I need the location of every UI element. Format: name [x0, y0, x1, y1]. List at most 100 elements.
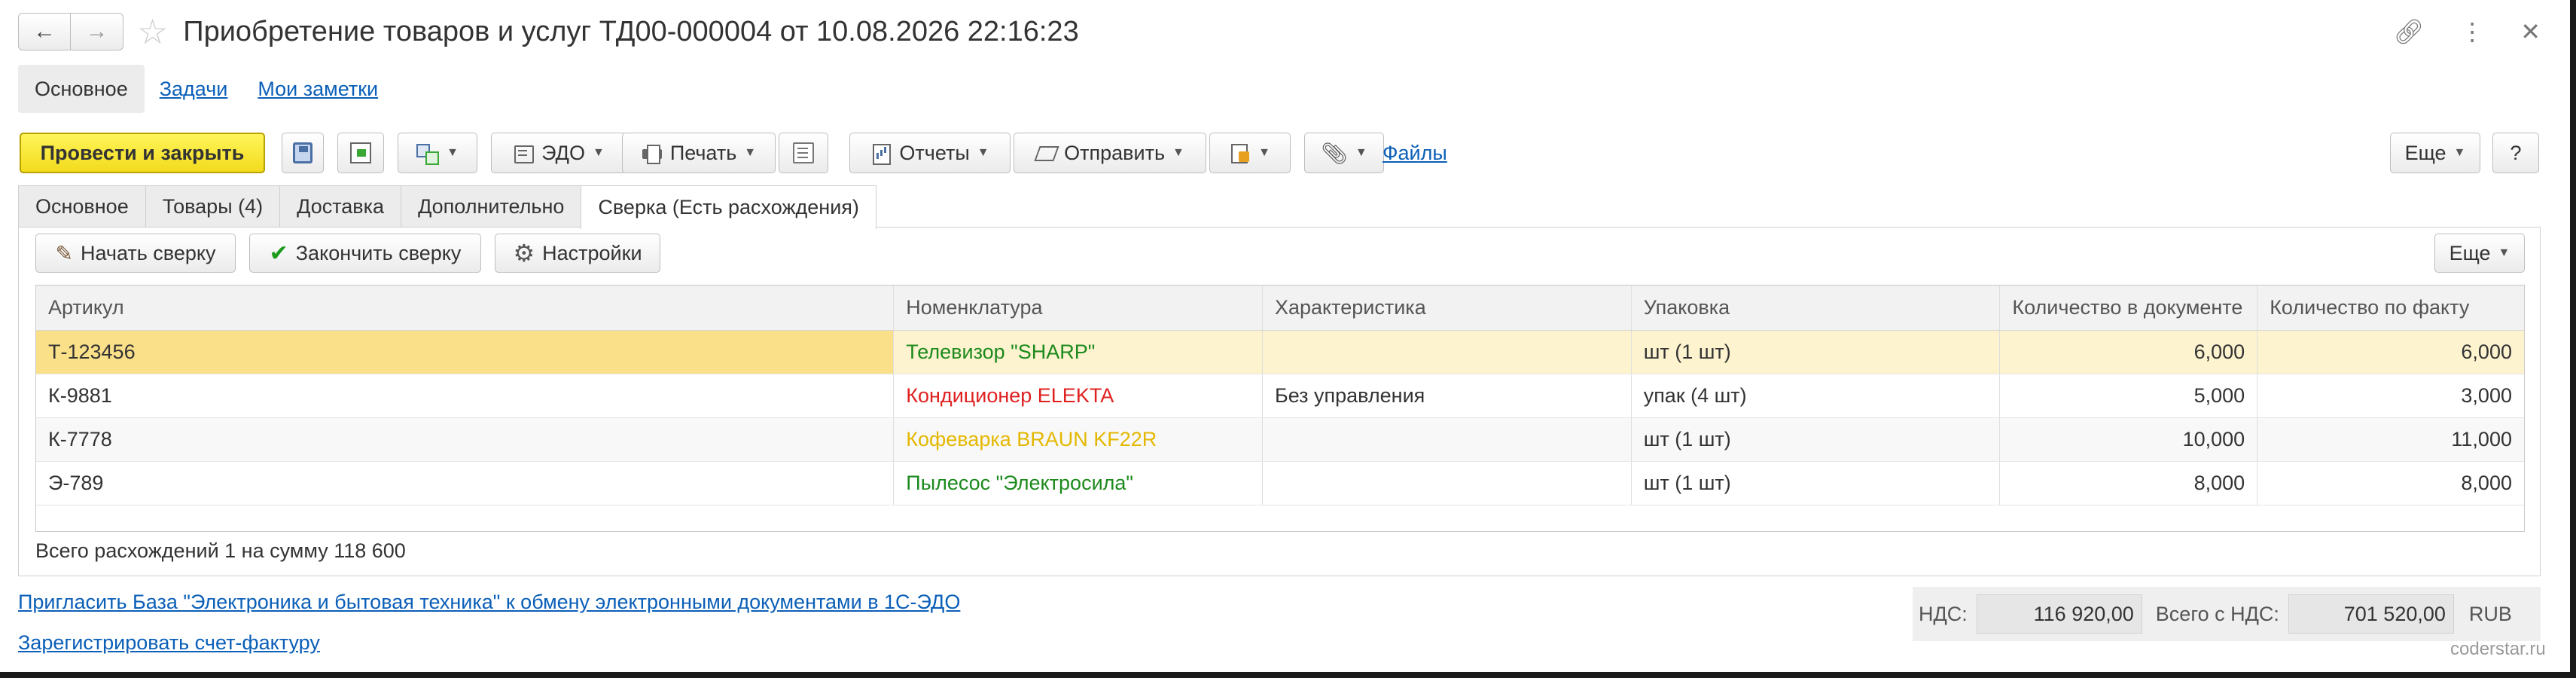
tab-reconciliation[interactable]: Сверка (Есть расхождения): [581, 185, 876, 229]
section-main[interactable]: Основное: [18, 65, 145, 113]
cell-qty-doc: 5,000: [2000, 374, 2258, 417]
more-label: Еще: [2404, 141, 2446, 164]
cell-qty-fact: 11,000: [2451, 428, 2512, 450]
chevron-down-icon: ▼: [1258, 146, 1270, 159]
discrepancy-summary: Всего расхождений 1 на сумму 118 600: [35, 539, 406, 562]
related-documents-button[interactable]: ▼: [1209, 133, 1291, 173]
cell-characteristic: [1263, 331, 1632, 374]
vat-label: НДС:: [1919, 602, 1968, 625]
reconciliation-panel: ✎ Начать сверку ✔ Закончить сверку ⚙ Настро…: [18, 227, 2541, 576]
edo-icon: [513, 142, 535, 163]
link-icon[interactable]: 🔗︎: [2394, 17, 2425, 46]
back-button[interactable]: ←: [18, 13, 71, 50]
watermark: coderstar.ru: [2450, 639, 2546, 659]
start-reconciliation-label: Начать сверку: [80, 241, 216, 264]
cell-package: упак (4 шт): [1632, 374, 2001, 417]
cell-article: Э-789: [36, 462, 895, 505]
cell-qty-doc: 10,000: [2000, 418, 2258, 461]
arrow-right-icon: →: [85, 19, 108, 44]
chevron-down-icon: ▼: [447, 146, 459, 159]
window-title: Приобретение товаров и услуг ТД00-000004…: [183, 15, 1079, 47]
chevron-down-icon: ▼: [2498, 246, 2510, 259]
cell-package: шт (1 шт): [1632, 331, 2001, 374]
reconciliation-table: Артикул Номенклатура Характеристика Упак…: [35, 285, 2525, 532]
finish-reconciliation-label: Закончить сверку: [295, 241, 462, 264]
cell-item: Пылесос "Электросила": [894, 462, 1263, 505]
paperclip-icon: 📎︎: [1321, 141, 1348, 165]
arrow-left-icon: ←: [33, 19, 56, 44]
favorite-star-icon[interactable]: ☆: [137, 14, 168, 49]
close-icon[interactable]: ✕: [2520, 17, 2541, 46]
kebab-menu-icon[interactable]: ⋮: [2460, 17, 2484, 46]
column-header-item[interactable]: Номенклатура: [894, 286, 1263, 330]
settings-button[interactable]: ⚙ Настройки: [495, 234, 660, 273]
document-structure-button[interactable]: [779, 133, 828, 173]
totals-panel: НДС: 116 920,00 Всего с НДС: 701 520,00 …: [1913, 587, 2541, 641]
document-list-icon: [793, 142, 814, 163]
cell-package: шт (1 шт): [1632, 462, 2001, 505]
chevron-down-icon: ▼: [744, 146, 757, 159]
grid-more-button[interactable]: Еще ▼: [2434, 234, 2525, 273]
title-actions: 🔗︎ ⋮ ✕: [2394, 11, 2541, 53]
column-header-qty-doc[interactable]: Количество в документе: [2000, 286, 2258, 330]
print-label: Печать: [669, 141, 737, 164]
chevron-down-icon: ▼: [1355, 146, 1367, 159]
save-icon: [293, 142, 312, 163]
reports-button[interactable]: Отчеты ▼: [849, 133, 1011, 173]
help-button[interactable]: ?: [2492, 133, 2539, 173]
tab-main[interactable]: Основное: [18, 185, 146, 228]
table-row[interactable]: К-9881 Кондиционер ELEKTA Без управления…: [36, 374, 2524, 418]
tab-delivery[interactable]: Доставка: [279, 185, 402, 228]
cell-qty-fact: 8,000: [2461, 472, 2512, 494]
tab-additional[interactable]: Дополнительно: [401, 185, 582, 228]
save-button[interactable]: [282, 133, 324, 173]
cell-package: шт (1 шт): [1632, 418, 2001, 461]
column-header-article[interactable]: Артикул: [36, 286, 895, 330]
print-button[interactable]: Печать ▼: [622, 133, 776, 173]
vat-field: 116 920,00: [1976, 594, 2142, 634]
cell-item: Телевизор "SHARP": [894, 331, 1263, 374]
table-row[interactable]: Э-789 Пылесос "Электросила" шт (1 шт) 8,…: [36, 462, 2524, 505]
post-button[interactable]: [337, 133, 384, 173]
gear-icon: ⚙: [513, 240, 535, 267]
table-row[interactable]: К-7778 Кофеварка BRAUN KF22R шт (1 шт) 1…: [36, 418, 2524, 462]
attachments-button[interactable]: 📎︎ ▼: [1304, 133, 1384, 173]
section-panel: Основное Задачи Мои заметки: [18, 65, 393, 113]
forward-button[interactable]: →: [71, 13, 123, 50]
total-with-vat-field: 701 520,00: [2288, 594, 2454, 634]
column-header-qty-fact[interactable]: Количество по факту: [2257, 286, 2524, 330]
section-notes[interactable]: Мои заметки: [242, 65, 393, 113]
section-tasks[interactable]: Задачи: [145, 65, 243, 113]
send-button[interactable]: Отправить ▼: [1014, 133, 1206, 173]
related-documents-icon: [1230, 142, 1251, 163]
post-document-icon: [350, 142, 371, 163]
table-row[interactable]: Т-123456 Телевизор "SHARP" шт (1 шт) 6,0…: [36, 331, 2524, 374]
reports-label: Отчеты: [899, 141, 970, 164]
register-invoice-link[interactable]: Зарегистрировать счет-фактуру: [18, 631, 320, 655]
column-header-characteristic[interactable]: Характеристика: [1263, 286, 1632, 330]
create-based-on-button[interactable]: ▼: [398, 133, 477, 173]
send-label: Отправить: [1064, 141, 1166, 164]
structure-icon: [416, 142, 440, 165]
table-header: Артикул Номенклатура Характеристика Упак…: [36, 286, 2524, 331]
cell-article: Т-123456: [36, 331, 895, 374]
cell-qty-fact: 3,000: [2461, 384, 2512, 407]
currency-label: RUB: [2468, 602, 2512, 625]
post-and-close-button[interactable]: Провести и закрыть: [20, 133, 265, 173]
title-bar: ← → ☆ Приобретение товаров и услуг ТД00-…: [18, 11, 2548, 53]
cell-characteristic: [1263, 462, 1632, 505]
chevron-down-icon: ▼: [977, 146, 989, 159]
cell-qty-fact: 6,000: [2461, 341, 2512, 363]
files-link[interactable]: Файлы: [1383, 133, 1447, 173]
chevron-down-icon: ▼: [1172, 146, 1184, 159]
tab-goods[interactable]: Товары (4): [145, 185, 281, 228]
finish-reconciliation-button[interactable]: ✔ Закончить сверку: [249, 234, 481, 273]
more-button[interactable]: Еще ▼: [2390, 133, 2480, 173]
edo-button[interactable]: ЭДО ▼: [491, 133, 626, 173]
start-reconciliation-button[interactable]: ✎ Начать сверку: [35, 234, 236, 273]
grid-more-label: Еще: [2449, 241, 2491, 264]
cell-item: Кондиционер ELEKTA: [894, 374, 1263, 417]
column-header-package[interactable]: Упаковка: [1632, 286, 2001, 330]
cell-characteristic: [1263, 418, 1632, 461]
invite-edo-link[interactable]: Пригласить База "Электроника и бытовая т…: [18, 591, 960, 614]
